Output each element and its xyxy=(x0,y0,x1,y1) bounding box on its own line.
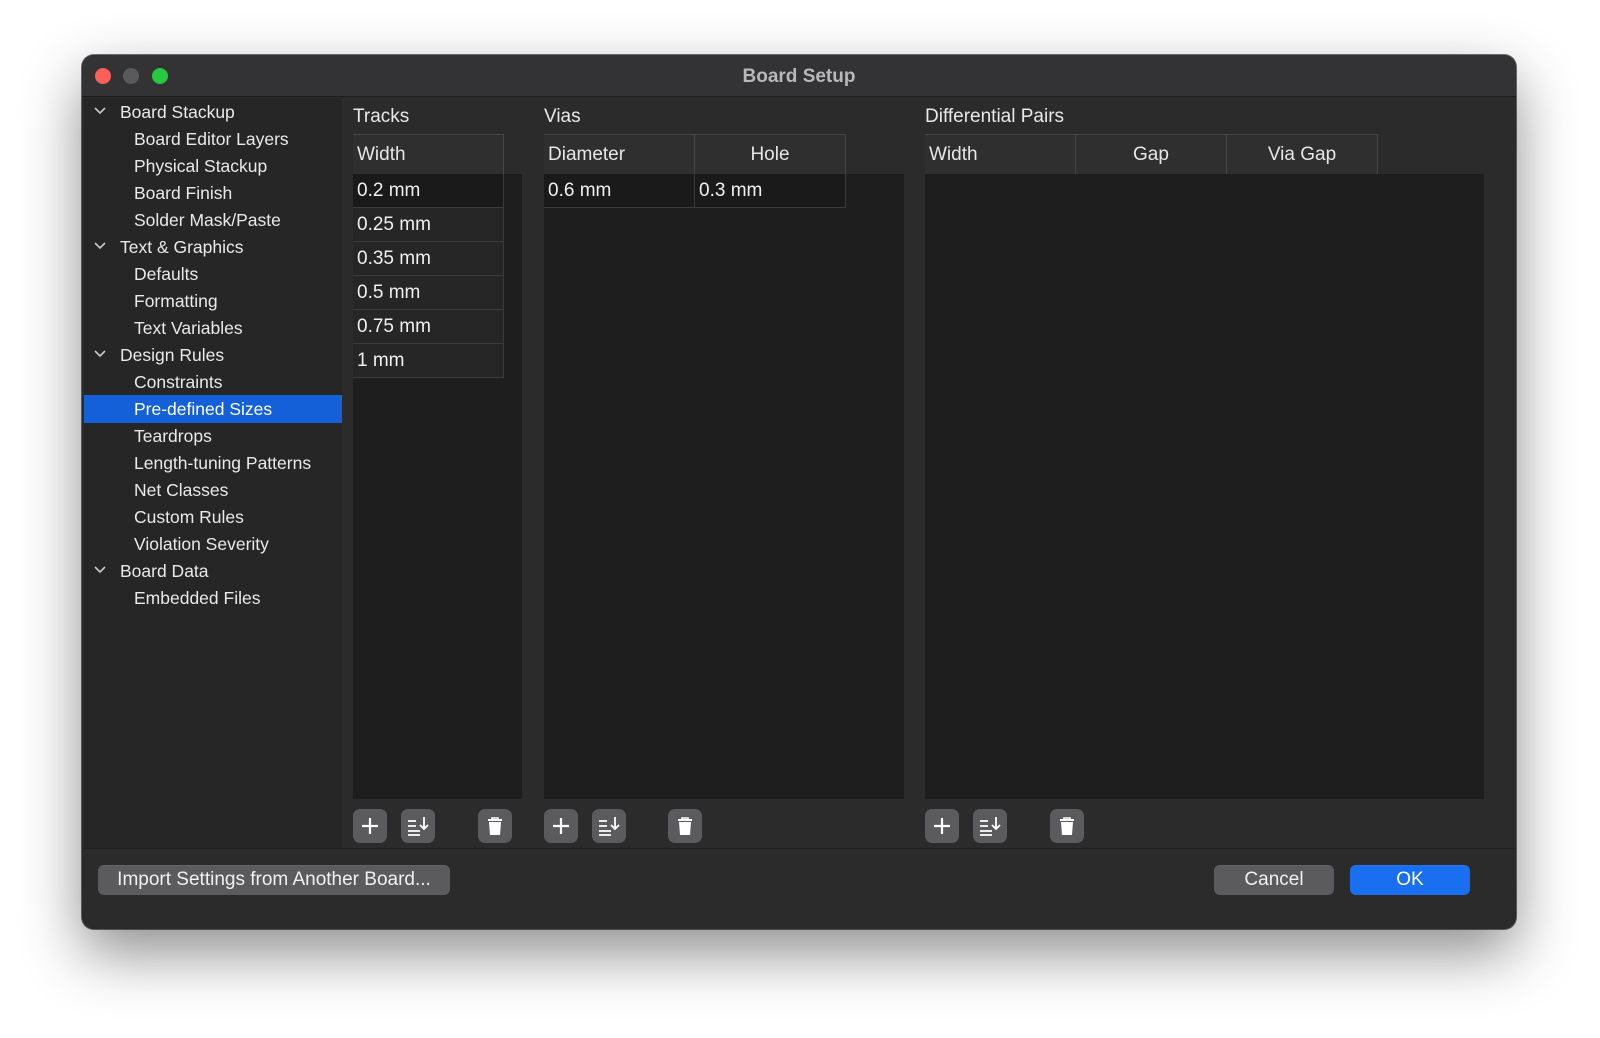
tree-item-length-tuning-patterns[interactable]: Length-tuning Patterns xyxy=(84,449,342,477)
pre-defined-sizes-panel: Tracks Width 0.2 mm 0.25 mm 0.35 mm 0.5 … xyxy=(342,98,1516,848)
table-cell[interactable]: 0.75 mm xyxy=(353,310,504,344)
trash-icon xyxy=(678,817,692,835)
table-cell[interactable]: 0.3 mm xyxy=(695,174,846,208)
diff-pairs-add-button[interactable] xyxy=(925,809,959,843)
tree-item-label: Defaults xyxy=(134,264,199,284)
vias-delete-button[interactable] xyxy=(668,809,702,843)
tree-item-label: Text & Graphics xyxy=(120,237,244,257)
tree-item-label: Constraints xyxy=(134,372,223,392)
vias-header: Diameter Hole xyxy=(544,134,904,174)
tree-item-label: Length-tuning Patterns xyxy=(134,453,312,473)
tree-item-defaults[interactable]: Defaults xyxy=(84,260,342,288)
chevron-down-icon[interactable] xyxy=(93,101,109,121)
sort-icon xyxy=(980,817,1001,836)
differential-pairs-title: Differential Pairs xyxy=(925,106,1065,127)
import-settings-button[interactable]: Import Settings from Another Board... xyxy=(98,865,450,895)
column-header-width[interactable]: Width xyxy=(925,134,1076,174)
table-cell[interactable]: 0.25 mm xyxy=(353,208,504,242)
diff-pairs-sort-button[interactable] xyxy=(973,809,1007,843)
tree-item-text-graphics[interactable]: Text & Graphics xyxy=(84,233,342,261)
add-icon xyxy=(934,818,950,834)
tree-item-label: Net Classes xyxy=(134,480,229,500)
tree-item-label: Solder Mask/Paste xyxy=(134,210,281,230)
tree-item-pre-defined-sizes[interactable]: Pre-defined Sizes xyxy=(84,395,342,423)
dialog-footer: Import Settings from Another Board... Ca… xyxy=(82,848,1516,929)
table-cell[interactable]: 0.6 mm xyxy=(544,174,695,208)
column-header-gap[interactable]: Gap xyxy=(1076,134,1227,174)
add-icon xyxy=(553,818,569,834)
trash-icon xyxy=(488,817,502,835)
tree-item-label: Design Rules xyxy=(120,345,225,365)
vias-sort-button[interactable] xyxy=(592,809,626,843)
differential-pairs-header: Width Gap Via Gap xyxy=(925,134,1484,174)
tree-item-label: Board Stackup xyxy=(120,102,235,122)
tree-item-label: Custom Rules xyxy=(134,507,244,527)
tree-item-label: Violation Severity xyxy=(134,534,269,554)
window-title: Board Setup xyxy=(742,66,856,87)
table-cell[interactable]: 0.5 mm xyxy=(353,276,504,310)
tree-item-board-finish[interactable]: Board Finish xyxy=(84,179,342,207)
tree-item-text-variables[interactable]: Text Variables xyxy=(84,314,342,342)
tree-item-constraints[interactable]: Constraints xyxy=(84,368,342,396)
tree-item-label: Board Editor Layers xyxy=(134,129,289,149)
column-header-via-gap[interactable]: Via Gap xyxy=(1227,134,1378,174)
diff-pairs-delete-button[interactable] xyxy=(1050,809,1084,843)
tree-item-violation-severity[interactable]: Violation Severity xyxy=(84,530,342,558)
tree-item-design-rules[interactable]: Design Rules xyxy=(84,341,342,369)
vias-add-button[interactable] xyxy=(544,809,578,843)
vias-table[interactable] xyxy=(544,174,904,799)
tree-item-label: Pre-defined Sizes xyxy=(134,399,273,419)
sort-icon xyxy=(408,817,429,836)
tree-item-label: Embedded Files xyxy=(134,588,261,608)
title-bar: Board Setup xyxy=(82,55,1516,97)
table-cell[interactable]: 1 mm xyxy=(353,344,504,378)
tree-item-net-classes[interactable]: Net Classes xyxy=(84,476,342,504)
tree-item-label: Text Variables xyxy=(134,318,243,338)
chevron-down-icon[interactable] xyxy=(93,560,109,580)
tree-item-embedded-files[interactable]: Embedded Files xyxy=(84,584,342,612)
column-header-diameter[interactable]: Diameter xyxy=(544,134,695,174)
settings-tree: Board Stackup Board Editor Layers Physic… xyxy=(84,98,342,858)
column-header-width[interactable]: Width xyxy=(353,134,504,174)
table-cell[interactable]: 0.2 mm xyxy=(353,174,504,208)
board-setup-dialog: Board Setup Board Stackup Board Editor L… xyxy=(82,55,1516,929)
chevron-down-icon[interactable] xyxy=(93,344,109,364)
tree-item-formatting[interactable]: Formatting xyxy=(84,287,342,315)
differential-pairs-table[interactable] xyxy=(925,174,1484,799)
sort-icon xyxy=(599,817,620,836)
tree-item-board-stackup[interactable]: Board Stackup xyxy=(84,98,342,126)
trash-icon xyxy=(1060,817,1074,835)
tree-item-teardrops[interactable]: Teardrops xyxy=(84,422,342,450)
tree-item-solder-mask-paste[interactable]: Solder Mask/Paste xyxy=(84,206,342,234)
column-header-hole[interactable]: Hole xyxy=(695,134,846,174)
chevron-down-icon[interactable] xyxy=(93,236,109,256)
tree-item-label: Teardrops xyxy=(134,426,212,446)
tracks-delete-button[interactable] xyxy=(478,809,512,843)
tracks-title: Tracks xyxy=(353,106,410,127)
tracks-header: Width xyxy=(353,134,522,174)
tree-item-label: Formatting xyxy=(134,291,218,311)
tracks-add-button[interactable] xyxy=(353,809,387,843)
add-icon xyxy=(362,818,378,834)
vias-title: Vias xyxy=(544,106,581,127)
tree-item-label: Board Data xyxy=(120,561,209,581)
tree-item-board-data[interactable]: Board Data xyxy=(84,557,342,585)
tree-item-physical-stackup[interactable]: Physical Stackup xyxy=(84,152,342,180)
tree-item-label: Board Finish xyxy=(134,183,233,203)
table-cell[interactable]: 0.35 mm xyxy=(353,242,504,276)
tree-item-label: Physical Stackup xyxy=(134,156,268,176)
cancel-button[interactable]: Cancel xyxy=(1214,865,1334,895)
tree-item-custom-rules[interactable]: Custom Rules xyxy=(84,503,342,531)
ok-button[interactable]: OK xyxy=(1350,865,1470,895)
tracks-sort-button[interactable] xyxy=(401,809,435,843)
tree-item-board-editor-layers[interactable]: Board Editor Layers xyxy=(84,125,342,153)
